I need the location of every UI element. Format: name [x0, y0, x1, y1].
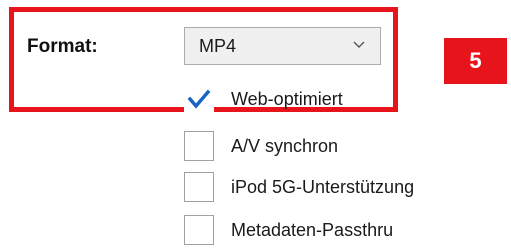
- format-label: Format:: [27, 36, 98, 57]
- web-optimized-checkbox[interactable]: [184, 84, 214, 114]
- step-number: 5: [469, 48, 482, 73]
- metadata-passthru-checkbox[interactable]: [184, 215, 214, 245]
- format-select[interactable]: MP4: [184, 27, 381, 65]
- ipod-5g-checkbox[interactable]: [184, 172, 214, 202]
- metadata-passthru-label: Metadaten-Passthru: [231, 219, 394, 240]
- checkmark-icon: [187, 89, 211, 109]
- option-ipod-5g[interactable]: iPod 5G-Unterstützung: [184, 170, 414, 204]
- av-sync-label: A/V synchron: [231, 135, 339, 156]
- ipod-5g-label: iPod 5G-Unterstützung: [231, 176, 415, 197]
- web-optimized-label: Web-optimiert: [231, 88, 343, 109]
- chevron-down-icon: [353, 41, 365, 48]
- av-sync-checkbox[interactable]: [184, 131, 214, 161]
- option-metadata-passthru[interactable]: Metadaten-Passthru: [184, 213, 393, 247]
- option-web-optimized[interactable]: Web-optimiert: [184, 82, 343, 116]
- option-av-sync[interactable]: A/V synchron: [184, 129, 338, 163]
- step-badge: 5: [444, 38, 507, 84]
- format-select-value: MP4: [199, 35, 237, 56]
